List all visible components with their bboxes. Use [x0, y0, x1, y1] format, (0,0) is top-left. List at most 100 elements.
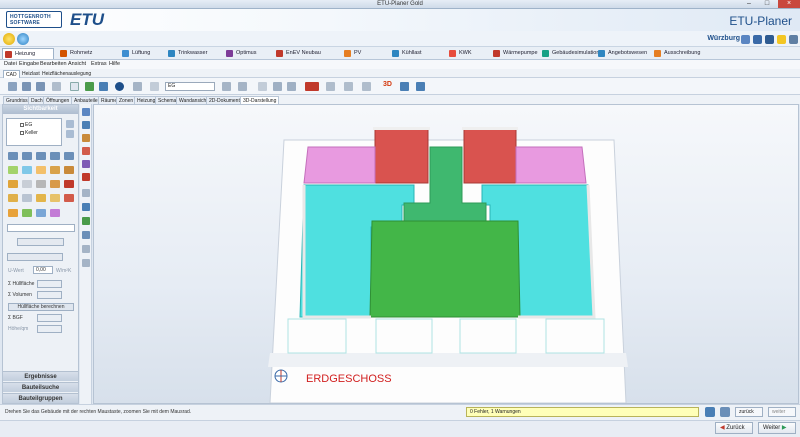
measure-icon[interactable]: [258, 82, 267, 91]
boiler-icon[interactable]: [64, 194, 74, 202]
sync-icon[interactable]: [705, 407, 715, 417]
zoom-in-icon[interactable]: [85, 82, 94, 91]
tab-lueftung[interactable]: Lüftung: [120, 48, 150, 59]
roof-icon[interactable]: [305, 82, 319, 91]
print-icon[interactable]: [8, 82, 17, 91]
zoom-icon[interactable]: [82, 217, 90, 225]
section-bauteilsuche[interactable]: Bauteilsuche: [3, 382, 78, 392]
camera-icon[interactable]: [416, 82, 425, 91]
floor-icon[interactable]: [222, 82, 231, 91]
layer-select[interactable]: EG: [165, 82, 215, 91]
3d-button[interactable]: 3D: [383, 81, 392, 88]
tab-heizflaechenauslegung[interactable]: Heizflächenauslegung: [40, 70, 93, 78]
collapse-icon[interactable]: [66, 130, 74, 138]
tab-rohrnetz[interactable]: Rohrnetz: [58, 48, 92, 59]
tab-waermepumpe[interactable]: Wärmepumpe: [491, 48, 538, 59]
eye-icon[interactable]: [64, 152, 74, 160]
tab-angebotswesen[interactable]: Angebotswesen: [596, 48, 647, 59]
view-left-icon[interactable]: [82, 134, 90, 142]
back-small-button[interactable]: zurück: [735, 407, 763, 417]
stairs-icon[interactable]: [50, 180, 60, 188]
layer-icon[interactable]: [22, 209, 32, 217]
menu-bearbeiten[interactable]: Bearbeiten: [40, 61, 67, 67]
snap-icon[interactable]: [115, 82, 124, 91]
eye-icon[interactable]: [22, 152, 32, 160]
grid-icon[interactable]: [133, 82, 142, 91]
column-icon[interactable]: [22, 194, 32, 202]
zoom-out-icon[interactable]: [99, 82, 108, 91]
tab-ausschreibung[interactable]: Ausschreibung: [652, 48, 700, 59]
view-top-icon[interactable]: [82, 160, 90, 168]
roof-icon[interactable]: [64, 180, 74, 188]
star-icon[interactable]: [777, 35, 786, 44]
floor-item-eg[interactable]: EG: [20, 122, 32, 128]
tab-enev-neubau[interactable]: EnEV Neubau: [274, 48, 321, 59]
zone-icon[interactable]: [22, 166, 32, 174]
menu-extras[interactable]: Extras: [91, 61, 107, 67]
refresh-icon[interactable]: [52, 82, 61, 91]
globe-icon[interactable]: [17, 33, 29, 45]
tab-anbauteile[interactable]: Anbauteile: [71, 96, 101, 104]
floor-item-keller[interactable]: Keller: [20, 130, 38, 136]
shadow-icon[interactable]: [82, 259, 90, 267]
layer-icon[interactable]: [50, 209, 60, 217]
expand-icon[interactable]: [66, 120, 74, 128]
ceiling-icon[interactable]: [36, 180, 46, 188]
view-back-icon[interactable]: [82, 121, 90, 129]
tab-optimus[interactable]: Optimus: [224, 48, 256, 59]
tab-grundriss[interactable]: Grundriss: [3, 96, 31, 104]
back-button[interactable]: ◀ Zurück: [715, 422, 753, 434]
tab-heizlast[interactable]: Heizlast: [20, 70, 42, 78]
beam-icon[interactable]: [8, 194, 18, 202]
redo-icon[interactable]: [36, 82, 45, 91]
menu-hilfe[interactable]: Hilfe: [109, 61, 120, 67]
u-wert-field[interactable]: 0,00: [33, 266, 53, 274]
checkbox-icon[interactable]: [20, 131, 24, 135]
close-button[interactable]: ×: [778, 0, 800, 8]
layer-icon[interactable]: [150, 82, 159, 91]
room-pink-left[interactable]: [303, 146, 376, 184]
tab-gebaeudesimulation[interactable]: Gebäudesimulation: [540, 48, 599, 59]
menu-datei[interactable]: Datei: [4, 61, 17, 67]
component-select[interactable]: [7, 224, 75, 232]
eye-icon[interactable]: [8, 152, 18, 160]
minimize-button[interactable]: –: [742, 0, 756, 8]
dimension-icon[interactable]: [326, 82, 335, 91]
tab-cad[interactable]: CAD: [3, 70, 20, 78]
menu-ansicht[interactable]: Ansicht: [68, 61, 86, 67]
view-options-icon[interactable]: [238, 82, 247, 91]
grid-toggle-icon[interactable]: [362, 82, 371, 91]
room-red-right[interactable]: [463, 128, 517, 184]
eye-icon[interactable]: [36, 152, 46, 160]
door-icon[interactable]: [50, 166, 60, 174]
view-right-icon[interactable]: [82, 147, 90, 155]
light-icon[interactable]: [82, 245, 90, 253]
layer-icon[interactable]: [8, 209, 18, 217]
tab-pv[interactable]: PV: [342, 48, 361, 59]
value-field[interactable]: [17, 238, 64, 246]
section-ergebnisse[interactable]: Ergebnisse: [3, 371, 78, 381]
rotate-icon[interactable]: [400, 82, 409, 91]
3d-view[interactable]: ERDGESCHOSS: [93, 104, 799, 404]
tab-trinkwasser[interactable]: Trinkwasser: [166, 48, 207, 59]
select-icon[interactable]: [70, 82, 79, 91]
user-icon[interactable]: [789, 35, 798, 44]
view-iso-icon[interactable]: [82, 173, 90, 181]
menu-eingabe[interactable]: Eingabe: [19, 61, 39, 67]
tab-kuehllast[interactable]: Kühllast: [390, 48, 422, 59]
tab-kwk[interactable]: KWK: [447, 48, 472, 59]
refresh-icon[interactable]: [720, 407, 730, 417]
next-small-button[interactable]: weiter: [768, 407, 796, 417]
wall-icon[interactable]: [36, 166, 46, 174]
eye-icon[interactable]: [50, 152, 60, 160]
checkbox-icon[interactable]: [20, 123, 24, 127]
view-front-icon[interactable]: [82, 108, 90, 116]
tab-oeffnungen[interactable]: Öffnungen: [43, 96, 73, 104]
cut-icon[interactable]: [273, 82, 282, 91]
option-select[interactable]: [7, 253, 63, 261]
tab-3d-darstellung[interactable]: 3D-Darstellung: [240, 96, 280, 104]
pan-icon[interactable]: [82, 203, 90, 211]
window-icon[interactable]: [64, 166, 74, 174]
settings-icon[interactable]: [741, 35, 750, 44]
radiator-icon[interactable]: [36, 194, 46, 202]
